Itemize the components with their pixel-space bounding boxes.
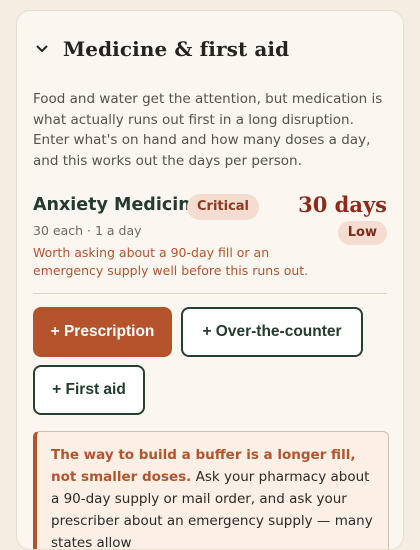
add-first-aid-button[interactable]: + First aid (33, 365, 145, 415)
section-title: Medicine & first aid (63, 37, 290, 61)
chevron-down-icon[interactable] (35, 42, 49, 56)
dosage-info: 30 each · 1 a day (33, 223, 142, 238)
refill-note: Worth asking about a 90-day fill or an e… (33, 245, 309, 278)
status-badge: Low (337, 221, 387, 245)
section-header[interactable]: Medicine & first aid (35, 37, 289, 61)
add-otc-button[interactable]: + Over-the-counter (181, 307, 363, 357)
days-remaining: 30 days (298, 192, 387, 217)
buffer-callout: The way to build a buffer is a longer fi… (33, 431, 389, 549)
medicine-name: Anxiety Medicine (33, 195, 203, 215)
priority-badge: Critical (187, 194, 260, 220)
divider (33, 293, 387, 294)
add-prescription-button[interactable]: + Prescription (33, 307, 172, 357)
section-intro: Food and water get the attention, but me… (33, 91, 383, 169)
medicine-card: Medicine & first aid Food and water get … (16, 10, 404, 550)
